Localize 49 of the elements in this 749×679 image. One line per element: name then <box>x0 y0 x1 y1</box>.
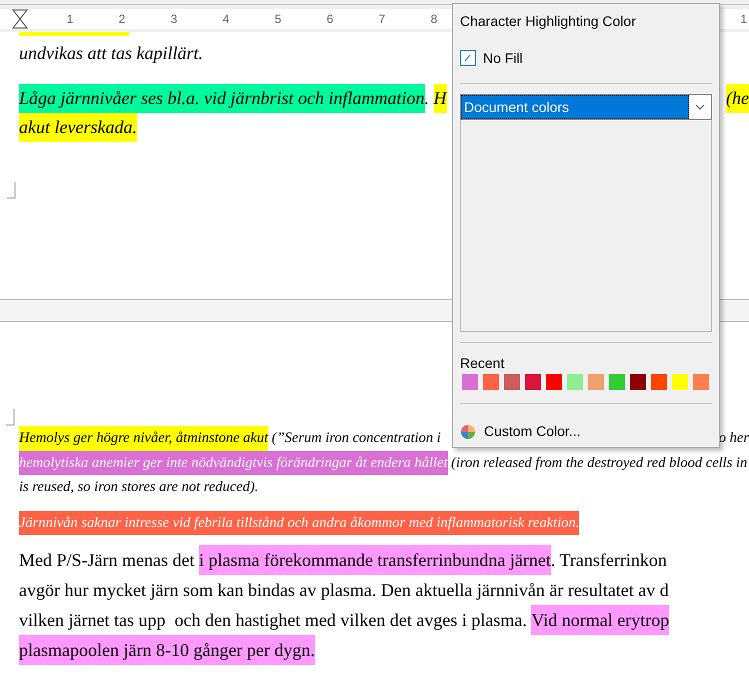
ruler-number: 5 <box>274 10 282 28</box>
color-swatch[interactable] <box>630 374 646 390</box>
color-swatch[interactable] <box>651 374 667 390</box>
popup-title: Character Highlighting Color <box>460 12 637 31</box>
recent-label: Recent <box>460 355 506 371</box>
document-text: is reused, so iron stores are not reduced). <box>19 478 258 497</box>
document-text: . Transferrinkon <box>550 549 667 572</box>
ruler-number: 1 <box>66 10 74 28</box>
highlighted-text: hemolytiska anemier ger inte nödvändigtvis förändringar åt endera hållet <box>19 450 448 475</box>
highlighted-text: (he <box>726 84 749 113</box>
color-swatch[interactable] <box>483 374 499 390</box>
highlighted-text: Vid normal erytrop <box>531 605 670 635</box>
document-text: (iron released from the destroyed red blood cells in <box>450 454 748 472</box>
ruler-number: 2 <box>118 10 126 28</box>
indent-marker-icon[interactable] <box>12 9 28 29</box>
color-swatch[interactable] <box>504 374 520 390</box>
color-wheel-icon <box>460 424 476 440</box>
ruler-number: 1 <box>740 10 747 28</box>
highlighted-text: Låga järnnivåer ses bl.a. vid järnbrist och inflammation <box>19 84 425 113</box>
highlighted-text: plasmapoolen järn 8-10 gånger per dygn. <box>19 635 315 665</box>
ruler-number: 3 <box>170 10 178 28</box>
chevron-down-icon <box>695 104 705 110</box>
color-swatch[interactable] <box>567 374 583 390</box>
highlighted-text: Järnnivån saknar intresse vid febrila tillstånd och andra åkommor med inflammatorisk reaktion. <box>19 510 580 535</box>
color-swatch[interactable] <box>672 374 688 390</box>
color-swatch[interactable] <box>525 374 541 390</box>
color-swatch[interactable] <box>588 374 604 390</box>
palette-dropdown[interactable]: Document colors <box>460 94 712 120</box>
ruler-number: 7 <box>378 10 386 28</box>
ruler-number: 6 <box>326 10 334 28</box>
document-text: Med P/S-Järn menas det <box>19 549 196 572</box>
document-text: vilken järnet tas upp och den hastighet med vilken det avges i plasma. <box>19 609 528 632</box>
highlighted-text: akut leverskada. <box>19 113 137 142</box>
ruler-number: 8 <box>430 10 438 28</box>
color-swatch[interactable] <box>462 374 478 390</box>
color-swatch[interactable] <box>693 374 709 390</box>
document-text: avgör hur mycket järn som kan bindas av plasma. Den aktuella järnnivån är resultatet av d <box>19 579 669 602</box>
color-swatch[interactable] <box>546 374 562 390</box>
color-swatch[interactable] <box>609 374 625 390</box>
no-fill-button[interactable]: No Fill <box>460 47 523 69</box>
custom-color-button[interactable]: Custom Color... <box>460 421 580 442</box>
corner-mark-icon <box>7 182 16 199</box>
no-fill-icon <box>460 50 476 66</box>
ruler-number: 4 <box>222 10 230 28</box>
corner-mark-icon <box>6 409 15 426</box>
document-text: (”Serum iron concentration i <box>270 429 441 448</box>
highlighted-text: i plasma förekommande transferrinbundna järnet <box>198 545 551 575</box>
document-text: . <box>424 87 430 110</box>
document-text: undvikas att tas kapillärt. <box>19 42 203 65</box>
